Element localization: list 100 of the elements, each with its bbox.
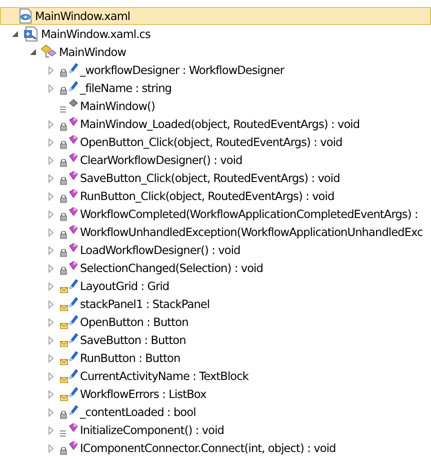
gem-icon	[69, 117, 78, 126]
collapsed-arrow-icon[interactable]	[47, 192, 55, 200]
pen-icon	[68, 369, 78, 380]
pen-icon	[68, 279, 78, 290]
tree-item[interactable]: CurrentActivityName : TextBlock	[0, 367, 431, 385]
gem-icon	[69, 225, 78, 234]
pen-icon	[68, 405, 78, 416]
collapsed-arrow-icon[interactable]	[47, 408, 55, 416]
member-label: OpenButton : Button	[79, 316, 188, 328]
xaml-file-icon	[17, 8, 33, 24]
collapsed-arrow-icon[interactable]	[47, 426, 55, 434]
member-label: RunButton : Button	[79, 352, 180, 364]
envelope-icon	[60, 305, 68, 311]
gem-icon	[69, 441, 78, 450]
tree-item[interactable]: OpenButton : Button	[0, 313, 431, 331]
tree-item[interactable]: ClearWorkflowDesigner() : void	[0, 151, 431, 169]
collapsed-arrow-icon[interactable]	[47, 372, 55, 380]
collapsed-arrow-icon[interactable]	[47, 120, 55, 128]
gem-icon	[69, 207, 78, 216]
collapsed-arrow-icon[interactable]	[47, 210, 55, 218]
tree-item[interactable]: MainWindow.xaml.cs	[0, 25, 431, 43]
gem-icon	[69, 423, 78, 432]
collapsed-arrow-icon[interactable]	[47, 300, 55, 308]
member-label: RunButton_Click(object, RoutedEventArgs) : void	[79, 190, 334, 202]
envelope-icon	[60, 395, 68, 401]
padlock-icon	[60, 177, 67, 185]
padlock-icon	[60, 195, 67, 203]
member-label: WorkflowUnhandledException(WorkflowApplicationUnhandledExc	[79, 226, 423, 238]
padlock-icon	[60, 159, 67, 167]
collapsed-arrow-icon[interactable]	[47, 156, 55, 164]
tree-item[interactable]: WorkflowCompleted(WorkflowApplicationCompletedEventArgs) :	[0, 205, 431, 223]
collapsed-arrow-icon[interactable]	[47, 84, 55, 92]
tree-item[interactable]: RunButton : Button	[0, 349, 431, 367]
class-icon	[41, 44, 57, 60]
collapsed-arrow-icon[interactable]	[47, 282, 55, 290]
collapsed-arrow-icon[interactable]	[47, 354, 55, 362]
pen-icon	[68, 315, 78, 326]
expanded-arrow-icon[interactable]	[29, 48, 37, 56]
gem-icon	[69, 171, 78, 180]
collapsed-arrow-icon[interactable]	[47, 174, 55, 182]
tree-item[interactable]: OpenButton_Click(object, RoutedEventArgs) : void	[0, 133, 431, 151]
member-label: OpenButton_Click(object, RoutedEventArgs) : void	[79, 136, 342, 148]
member-label: MainWindow	[58, 46, 126, 58]
member-label: MainWindow_Loaded(object, RoutedEventArgs) : void	[79, 118, 360, 130]
member-label: IComponentConnector.Connect(int, object) : void	[79, 442, 336, 454]
gem-icon	[69, 153, 78, 162]
padlock-icon	[60, 249, 67, 257]
pen-icon	[68, 351, 78, 362]
member-label: LayoutGrid : Grid	[79, 280, 170, 292]
tree-item[interactable]: LoadWorkflowDesigner() : void	[0, 241, 431, 259]
collapsed-arrow-icon[interactable]	[47, 228, 55, 236]
expanded-arrow-icon[interactable]	[11, 30, 19, 38]
member-label: _workflowDesigner : WorkflowDesigner	[79, 64, 284, 76]
collapsed-arrow-icon[interactable]	[47, 246, 55, 254]
tree-item[interactable]: stackPanel1 : StackPanel	[0, 295, 431, 313]
padlock-icon	[60, 123, 67, 131]
collapsed-arrow-icon[interactable]	[47, 138, 55, 146]
member-label: ClearWorkflowDesigner() : void	[79, 154, 242, 166]
tree-item[interactable]: IComponentConnector.Connect(int, object) : void	[0, 439, 431, 457]
envelope-icon	[60, 377, 68, 383]
tree-item[interactable]: _contentLoaded : bool	[0, 403, 431, 421]
tree-item[interactable]: WorkflowErrors : ListBox	[0, 385, 431, 403]
padlock-icon	[60, 267, 67, 275]
member-label: LoadWorkflowDesigner() : void	[79, 244, 240, 256]
tree-item[interactable]: _fileName : string	[0, 79, 431, 97]
code-file-icon	[23, 26, 39, 42]
padlock-icon	[60, 141, 67, 149]
member-label: _contentLoaded : bool	[79, 406, 196, 418]
member-label: SaveButton : Button	[79, 334, 186, 346]
tree-item[interactable]: SaveButton : Button	[0, 331, 431, 349]
tree-item[interactable]: MainWindow()	[0, 97, 431, 115]
member-label: WorkflowCompleted(WorkflowApplicationCompletedEventArgs) :	[79, 208, 418, 220]
tree-item[interactable]: LayoutGrid : Grid	[0, 277, 431, 295]
tree-item[interactable]: MainWindow.xaml	[0, 7, 431, 25]
envelope-icon	[60, 323, 68, 329]
gem-icon	[69, 261, 78, 270]
tree-item[interactable]: MainWindow_Loaded(object, RoutedEventArgs) : void	[0, 115, 431, 133]
member-label: stackPanel1 : StackPanel	[79, 298, 210, 310]
member-label: SelectionChanged(Selection) : void	[79, 262, 263, 274]
gem-icon	[69, 189, 78, 198]
tree-item[interactable]: RunButton_Click(object, RoutedEventArgs) : void	[0, 187, 431, 205]
tree-item[interactable]: SaveButton_Click(object, RoutedEventArgs) : void	[0, 169, 431, 187]
collapsed-arrow-icon[interactable]	[47, 444, 55, 452]
member-label: CurrentActivityName : TextBlock	[79, 370, 248, 382]
padlock-icon	[60, 231, 67, 239]
lines-icon	[60, 430, 66, 437]
tree-item[interactable]: WorkflowUnhandledException(WorkflowApplicationUnhandledExc	[0, 223, 431, 241]
collapsed-arrow-icon[interactable]	[47, 336, 55, 344]
member-label: SaveButton_Click(object, RoutedEventArgs) : void	[79, 172, 340, 184]
padlock-icon	[60, 447, 67, 455]
gem-icon	[69, 135, 78, 144]
tree-item[interactable]: _workflowDesigner : WorkflowDesigner	[0, 61, 431, 79]
tree-item[interactable]: SelectionChanged(Selection) : void	[0, 259, 431, 277]
pen-icon	[68, 297, 78, 308]
collapsed-arrow-icon[interactable]	[47, 66, 55, 74]
tree-item[interactable]: InitializeComponent() : void	[0, 421, 431, 439]
tree-item[interactable]: MainWindow	[0, 43, 431, 61]
collapsed-arrow-icon[interactable]	[47, 390, 55, 398]
collapsed-arrow-icon[interactable]	[47, 264, 55, 272]
collapsed-arrow-icon[interactable]	[47, 318, 55, 326]
